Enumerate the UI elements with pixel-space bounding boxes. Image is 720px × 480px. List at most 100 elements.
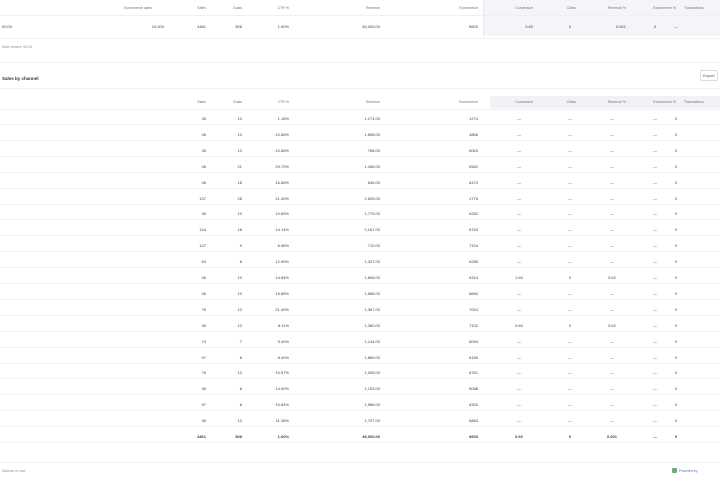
table-row[interactable]: 36 10 1.18% 1,274.00 1274 — — — — 0 (0, 116, 720, 122)
summary-cell: 0.60 (525, 24, 533, 29)
table-cell: — (517, 147, 521, 153)
table-row[interactable]: 76 13 21.40% 1,367.00 7024 — — — — 0 (0, 307, 720, 313)
row-divider (0, 187, 720, 189)
summary-header: Ecommerce sales Sales Goals CTR % Revenu… (0, 6, 720, 12)
table-cell: 0 (674, 243, 678, 249)
table-cell: — (653, 402, 657, 408)
table-cell: — (517, 354, 521, 360)
table-row[interactable]: 36 13 10.66% 768.00 6063 — — — — 0 (0, 148, 720, 154)
table-row[interactable]: 63 8 12.90% 1,327.00 6285 — — — — 0 (0, 259, 720, 265)
table-cell: — (610, 243, 614, 249)
table-cell: — (610, 179, 614, 185)
table-cell: 8.11% (277, 322, 289, 328)
table-cell: — (653, 370, 657, 376)
table-cell: 6660 (469, 290, 478, 296)
table-cell: — (610, 370, 614, 376)
table-row[interactable]: 36 8 14.90% 1,153.00 6088 — — — — 0 (0, 386, 720, 392)
summary-header-cell: Sales (197, 6, 206, 10)
table-row[interactable]: 46 18 16.66% 646.00 6470 — — — — 0 (0, 180, 720, 186)
table-cell: 0.601 (606, 434, 617, 439)
table-cell: 144 (199, 227, 206, 233)
table-cell: 1,005.00 (364, 370, 380, 376)
table-cell: — (653, 418, 657, 424)
brand-logo[interactable]: Powered by (672, 468, 697, 473)
table-cell: 10 (237, 211, 242, 217)
table-cell: 0 (674, 275, 678, 280)
table-cell: — (568, 306, 572, 312)
table-row[interactable]: 36 13 11.36% 1,707.00 6863 — — — — 0 (0, 418, 720, 424)
table-cell: — (517, 259, 521, 265)
table-cell: 6.56% (277, 243, 289, 249)
table-cell: 6763 (469, 227, 478, 233)
table-cell: 0 (674, 179, 678, 185)
table-cell: 28 (237, 195, 242, 201)
table-row[interactable]: 36 13 8.11% 1,360.00 7102 0.60 0 0.62 — 0 (0, 323, 720, 329)
table-row[interactable]: 36 10 10.83% 1,775.00 6282 — — — — 0 (0, 211, 720, 217)
table-cell: 6562 (469, 163, 478, 169)
table-row[interactable]: 46 10 14.84% 1,806.00 6314 1.60 0 0.62 — 0 (0, 275, 720, 281)
summary-header-cell: CTR % (277, 6, 289, 10)
summary-header-cell: Clicks (566, 6, 576, 10)
table-cell: — (653, 163, 657, 169)
table-cell: 21.40% (275, 306, 289, 312)
table-row[interactable]: 137 9 6.56% 710.00 7104 — — — — 0 (0, 243, 720, 249)
table-cell: 21 (237, 163, 242, 169)
table-cell: 1,360.00 (364, 322, 380, 328)
table-row[interactable]: 74 7 5.40% 1,144.00 6094 — — — — 0 (0, 339, 720, 345)
row-divider (0, 330, 720, 332)
table-cell: 0 (568, 275, 572, 280)
table-cell: — (568, 370, 572, 376)
table-cell: 2,167.00 (364, 227, 380, 233)
table-row[interactable]: 97 8 10.64% 1,986.00 6300 — — — — 0 (0, 402, 720, 408)
table-row[interactable]: 46 10 15.86% 1,688.00 6660 — — — — 0 (0, 291, 720, 297)
summary-header-cell: Goals (232, 6, 242, 10)
table-cell: 0 (674, 131, 678, 137)
table-cell: 808 (235, 434, 242, 439)
table-cell: — (568, 163, 572, 169)
table-row[interactable]: 144 18 14.14% 2,167.00 6763 — — — — 0 (0, 227, 720, 233)
table-cell: — (568, 386, 572, 392)
table-cell: — (653, 259, 657, 265)
table-row[interactable]: 76 13 10.57% 1,005.00 6761 — — — — 0 (0, 370, 720, 376)
export-button[interactable]: Export (700, 70, 718, 81)
table-cell: 0 (674, 290, 678, 296)
column-header: Clicks (566, 100, 576, 104)
table-cell: — (610, 195, 614, 201)
table-row[interactable]: 46 21 29.70% 1,286.00 6562 — — — — 0 (0, 164, 720, 170)
table-cell: — (568, 402, 572, 408)
table-cell: 137 (199, 195, 206, 201)
table-cell: — (610, 354, 614, 360)
divider (0, 62, 720, 63)
summary-header-cell: Ecommerce (459, 6, 478, 10)
table-cell: — (568, 354, 572, 360)
table-row[interactable]: 46 10 10.66% 1,898.00 4866 — — — — 0 (0, 132, 720, 138)
row-divider (0, 139, 720, 141)
table-cell: 1,775.00 (364, 211, 380, 217)
totals-row[interactable]: 4861 808 1.60% 45,000.00 8600 0.60 0 0.601 — 0 (0, 434, 720, 440)
table-cell: — (610, 306, 614, 312)
table-row[interactable]: 137 28 21.40% 2,605.00 2776 — — — — 0 (0, 196, 720, 202)
table-cell: — (517, 386, 521, 392)
table-cell: 15.86% (275, 290, 289, 296)
summary-cell: — (674, 24, 678, 29)
table-cell: 6761 (469, 370, 478, 376)
table-cell: 13 (237, 322, 242, 328)
table-cell: — (653, 322, 657, 328)
table-cell: — (517, 227, 521, 233)
table-cell: — (517, 338, 521, 344)
table-cell: — (653, 275, 657, 280)
table-row[interactable]: 97 8 8.40% 1,869.00 6185 — — — — 0 (0, 355, 720, 361)
table-cell: 6063 (469, 147, 478, 153)
table-cell: 0.60 (515, 434, 523, 439)
table-cell: 36 (201, 322, 206, 328)
table-cell: — (653, 195, 657, 201)
table-cell: — (610, 147, 614, 153)
table-cell: 1,806.00 (364, 275, 380, 280)
table-cell: 8 (239, 402, 242, 408)
table-cell: 137 (199, 243, 206, 249)
table-cell: 1,144.00 (364, 338, 380, 344)
table-cell: 0 (568, 322, 572, 328)
table-cell: 1274 (469, 116, 478, 121)
row-divider (0, 442, 720, 443)
table-cell: 10.66% (275, 147, 289, 153)
